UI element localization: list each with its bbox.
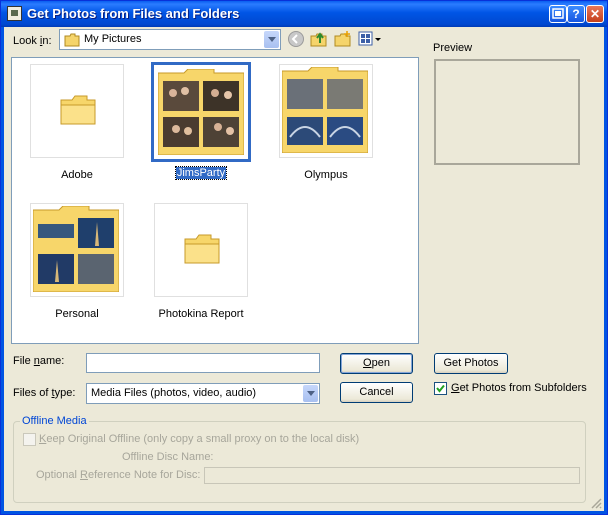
item-label: Adobe — [61, 169, 93, 181]
view-menu-icon[interactable] — [358, 31, 382, 47]
folder-thumbnail — [279, 64, 373, 158]
offline-media-title: Offline Media — [20, 415, 89, 427]
photo-folder-icon — [282, 67, 368, 153]
folder-item-olympus[interactable]: Olympus — [276, 64, 376, 184]
reference-note-label: Optional Reference Note for Disc: — [36, 469, 201, 481]
file-name-input[interactable] — [86, 353, 320, 373]
preview-pane — [434, 59, 580, 165]
look-in-combo[interactable]: My Pictures — [59, 29, 281, 50]
folder-icon — [64, 33, 80, 47]
item-label: Olympus — [304, 169, 348, 181]
folder-thumbnail — [154, 203, 248, 297]
close-icon: ✕ — [589, 7, 601, 21]
help-context-button[interactable] — [549, 5, 567, 23]
folder-thumbnail — [30, 203, 124, 297]
folder-thumbnail — [151, 62, 251, 162]
folder-item-personal[interactable]: Personal — [27, 203, 127, 323]
file-list[interactable]: Adobe JimsParty Olympus Personal Photoki… — [11, 57, 419, 344]
close-button[interactable]: ✕ — [586, 5, 604, 23]
photo-folder-icon — [158, 69, 244, 155]
folder-icon — [184, 234, 220, 264]
cancel-button[interactable]: Cancel — [340, 382, 413, 403]
item-label: JimsParty — [174, 166, 228, 180]
chevron-down-icon[interactable] — [303, 385, 318, 402]
keep-offline-checkbox[interactable] — [23, 433, 36, 446]
dialog-window: Get Photos from Files and Folders ? ✕ Lo… — [0, 0, 608, 515]
offline-disc-name-label: Offline Disc Name: — [122, 451, 214, 463]
folder-icon — [60, 95, 96, 125]
preview-label: Preview — [433, 42, 473, 54]
up-folder-icon[interactable] — [309, 29, 329, 49]
folder-item-photokina-report[interactable]: Photokina Report — [151, 203, 251, 323]
subfolders-checkbox[interactable] — [434, 382, 447, 395]
subfolders-label[interactable]: Get Photos from Subfolders — [451, 382, 587, 394]
files-of-type-label: Files of type: — [13, 387, 76, 399]
look-in-label: Look in: — [13, 35, 52, 47]
folder-item-jimsparty[interactable]: JimsParty — [151, 62, 251, 184]
folder-thumbnail — [30, 64, 124, 158]
open-button[interactable]: Open — [340, 353, 413, 374]
item-label: Personal — [55, 308, 99, 320]
resize-grip-icon[interactable] — [590, 497, 602, 509]
title-bar[interactable]: Get Photos from Files and Folders ? ✕ — [1, 1, 607, 27]
file-name-label: File name: — [13, 355, 65, 367]
photo-app-icon — [7, 6, 22, 21]
back-icon[interactable] — [287, 30, 305, 48]
get-photos-button[interactable]: Get Photos — [434, 353, 508, 374]
look-in-value: My Pictures — [84, 33, 142, 45]
files-of-type-value: Media Files (photos, video, audio) — [91, 387, 257, 399]
question-icon: ? — [572, 7, 580, 21]
chevron-down-icon[interactable] — [264, 31, 279, 48]
item-label: Photokina Report — [158, 308, 244, 320]
photo-folder-icon — [33, 206, 119, 292]
window-title: Get Photos from Files and Folders — [27, 6, 240, 21]
reference-note-input[interactable] — [204, 467, 580, 484]
keep-offline-label: Keep Original Offline (only copy a small… — [39, 433, 360, 445]
folder-item-adobe[interactable]: Adobe — [27, 64, 127, 184]
context-help-icon — [552, 8, 564, 19]
dialog-client: Look in: My Pictures Preview Adobe JimsP… — [4, 27, 604, 511]
help-button[interactable]: ? — [567, 5, 585, 23]
files-of-type-select[interactable]: Media Files (photos, video, audio) — [86, 383, 320, 404]
new-folder-icon[interactable] — [333, 29, 353, 49]
checkmark-icon — [436, 384, 445, 393]
